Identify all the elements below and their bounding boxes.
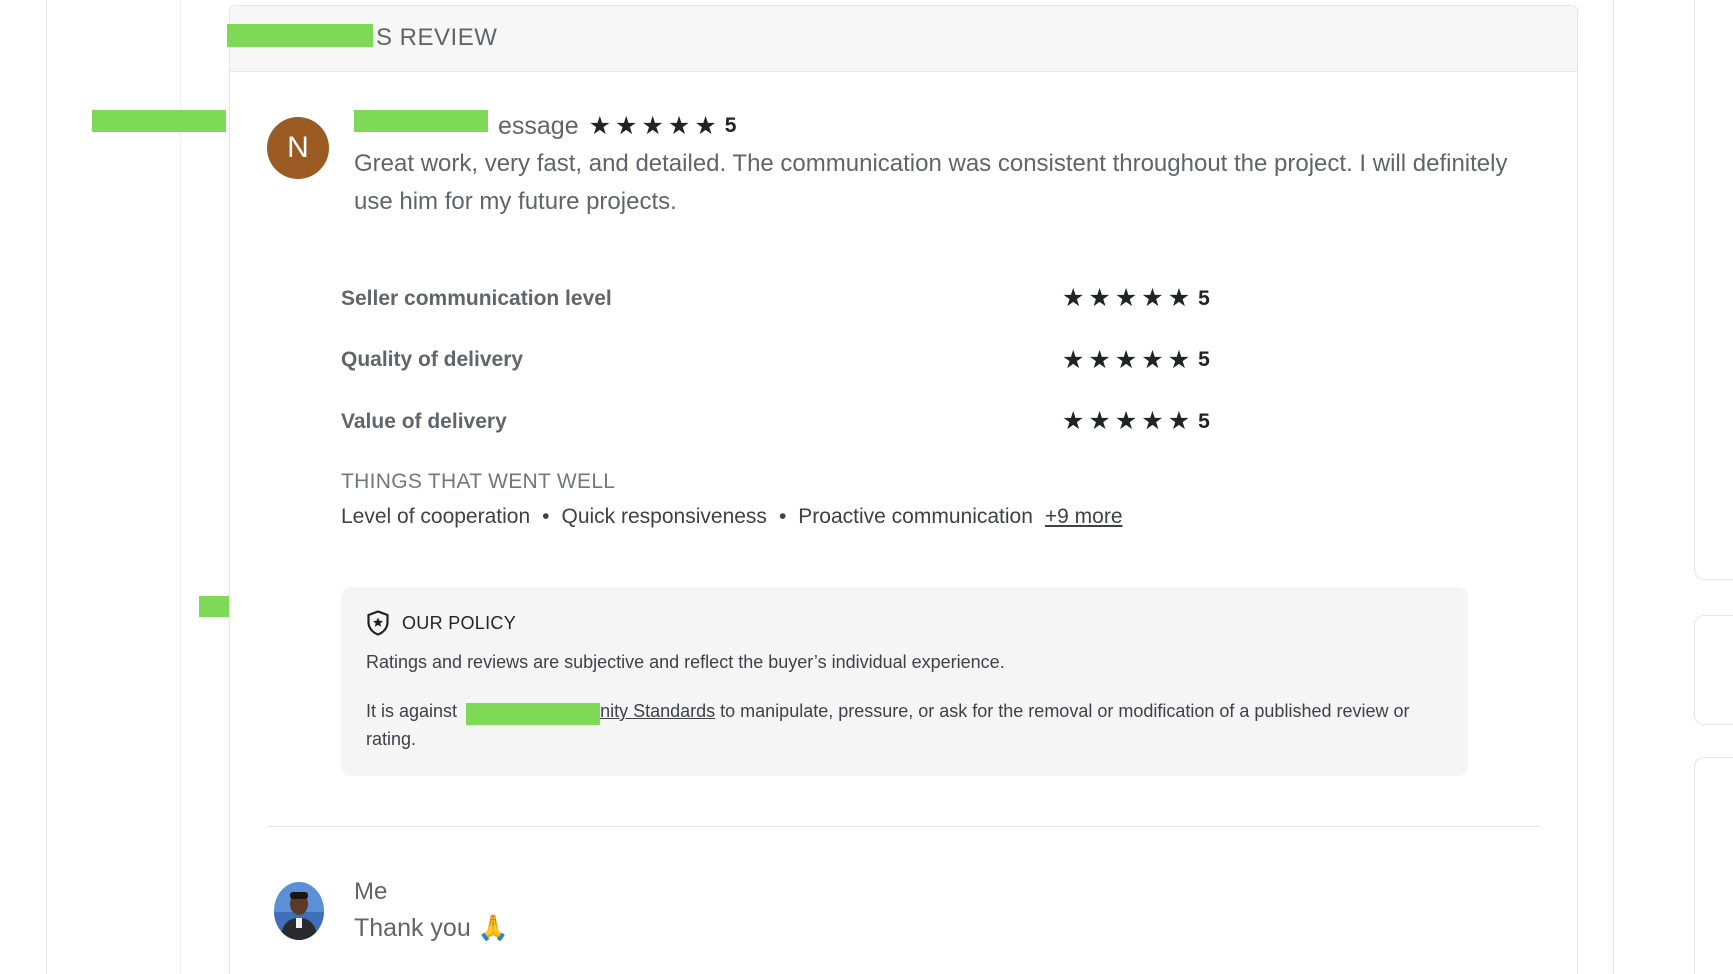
- went-well-item: Level of cooperation: [341, 505, 531, 528]
- page-right-border: [1613, 0, 1614, 974]
- policy-text: It is against nity Standards to manipula…: [366, 697, 1446, 753]
- shield-star-icon: [367, 610, 389, 636]
- overall-rating-value: 5: [724, 114, 737, 137]
- seller-avatar-image: [274, 882, 324, 940]
- divider: [267, 826, 1540, 827]
- star-icon: ★: [1141, 284, 1164, 313]
- reply-author: Me: [354, 878, 388, 905]
- star-icon: ★: [1062, 407, 1085, 436]
- star-icon: ★: [694, 111, 717, 140]
- rating-row: Quality of delivery ★ ★ ★ ★ ★ 5: [341, 330, 1241, 392]
- star-icon: ★: [1167, 345, 1191, 374]
- star-icon: ★: [1114, 345, 1138, 374]
- star-icon: ★: [1114, 407, 1138, 436]
- content-left-border: [180, 0, 181, 974]
- review-card-title: S REVIEW: [376, 24, 498, 51]
- star-icon: ★: [667, 111, 691, 140]
- rating-stars: ★ ★ ★ ★ ★ 5: [1062, 345, 1210, 374]
- rating-row: Value of delivery ★ ★ ★ ★ ★ 5: [341, 391, 1241, 453]
- more-items-link[interactable]: +9 more: [1045, 505, 1123, 529]
- went-well-title: THINGS THAT WENT WELL: [341, 470, 616, 493]
- bullet-separator: •: [778, 505, 787, 528]
- star-icon: ★: [615, 111, 638, 140]
- star-icon: ★: [641, 111, 664, 140]
- star-icon: ★: [1141, 407, 1164, 436]
- redacted-block: [227, 24, 373, 47]
- review-text: Great work, very fast, and detailed. The…: [354, 150, 1508, 215]
- redacted-block: [466, 703, 601, 725]
- side-card-edge: [1694, 757, 1733, 974]
- policy-header: OUR POLICY: [366, 610, 516, 636]
- rating-label: Seller communication level: [341, 286, 612, 310]
- reviewer-line: essage ★ ★ ★ ★ ★ 5: [354, 110, 736, 142]
- star-icon: ★: [1167, 284, 1191, 313]
- star-icon: ★: [588, 111, 612, 140]
- star-icon: ★: [1114, 284, 1138, 313]
- went-well-item: Proactive communication: [798, 505, 1033, 528]
- policy-box: OUR POLICY Ratings and reviews are subje…: [341, 587, 1468, 776]
- redacted-block: [354, 110, 488, 132]
- rating-stars: ★ ★ ★ ★ ★ 5: [1062, 409, 1210, 434]
- star-icon: ★: [1088, 345, 1111, 374]
- review-card-header: S REVIEW: [227, 6, 1577, 72]
- seller-avatar[interactable]: [274, 882, 324, 940]
- rating-value: 5: [1198, 409, 1210, 433]
- bullet-separator: •: [542, 505, 550, 528]
- policy-title: OUR POLICY: [402, 612, 517, 633]
- star-icon: ★: [1141, 345, 1164, 374]
- page-left-border: [46, 0, 47, 974]
- policy-text: Ratings and reviews are subjective and r…: [366, 652, 1005, 672]
- star-icon: ★: [1088, 407, 1111, 436]
- star-icon: ★: [1088, 284, 1111, 313]
- star-icon: ★: [1167, 407, 1191, 436]
- star-icon: ★: [1062, 345, 1085, 374]
- rating-label: Quality of delivery: [341, 348, 524, 372]
- reviewer-avatar[interactable]: N: [267, 117, 329, 179]
- rating-stars: ★ ★ ★ ★ ★ 5: [1062, 286, 1210, 311]
- star-icon: ★: [1062, 284, 1085, 313]
- rating-value: 5: [1198, 348, 1210, 372]
- rating-breakdown: Seller communication level ★ ★ ★ ★ ★ 5 Quali…: [341, 268, 1241, 453]
- went-well-item: Quick responsiveness: [561, 505, 767, 528]
- went-well-list: Level of cooperation • Quick responsiven…: [341, 505, 1123, 529]
- policy-text-prefix: It is against: [366, 701, 458, 721]
- rating-value: 5: [1198, 286, 1210, 310]
- side-card-edge: [1694, 615, 1733, 725]
- reply-text: Thank you 🙏: [354, 914, 509, 942]
- rating-row: Seller communication level ★ ★ ★ ★ ★ 5: [341, 268, 1241, 330]
- rating-label: Value of delivery: [341, 409, 507, 433]
- side-card-edge: [1694, 0, 1733, 580]
- redacted-block: [92, 110, 226, 132]
